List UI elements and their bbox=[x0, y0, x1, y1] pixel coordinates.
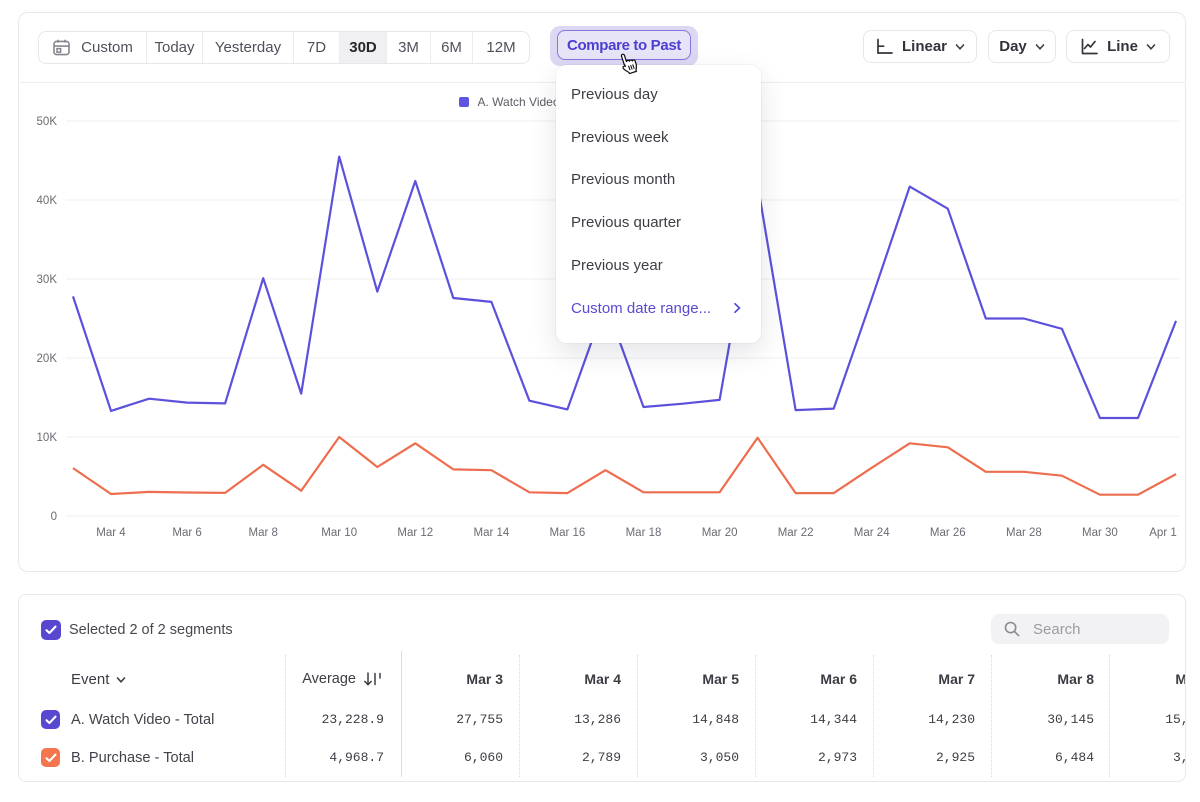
svg-text:Mar 8: Mar 8 bbox=[248, 527, 277, 539]
svg-text:30K: 30K bbox=[37, 274, 58, 286]
svg-text:Mar 30: Mar 30 bbox=[1082, 527, 1118, 539]
svg-text:Mar 14: Mar 14 bbox=[474, 527, 510, 539]
svg-text:Mar 22: Mar 22 bbox=[778, 527, 814, 539]
svg-text:Mar 10: Mar 10 bbox=[321, 527, 357, 539]
svg-text:0: 0 bbox=[51, 511, 57, 523]
svg-text:Mar 24: Mar 24 bbox=[854, 527, 890, 539]
svg-text:Mar 20: Mar 20 bbox=[702, 527, 738, 539]
svg-text:20K: 20K bbox=[37, 353, 58, 365]
svg-text:Apr 1: Apr 1 bbox=[1149, 527, 1177, 539]
svg-text:Mar 18: Mar 18 bbox=[626, 527, 662, 539]
svg-text:Mar 4: Mar 4 bbox=[96, 527, 126, 539]
svg-text:Mar 26: Mar 26 bbox=[930, 527, 966, 539]
svg-text:Mar 16: Mar 16 bbox=[550, 527, 586, 539]
svg-text:Mar 12: Mar 12 bbox=[397, 527, 433, 539]
svg-text:Mar 28: Mar 28 bbox=[1006, 527, 1042, 539]
svg-text:Mar 6: Mar 6 bbox=[172, 527, 201, 539]
svg-text:50K: 50K bbox=[37, 116, 58, 128]
svg-text:10K: 10K bbox=[37, 432, 58, 444]
svg-text:40K: 40K bbox=[37, 195, 58, 207]
